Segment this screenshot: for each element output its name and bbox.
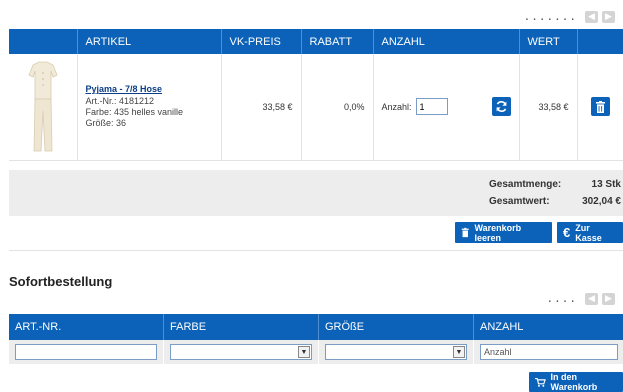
total-quantity-value: 13 Stk <box>591 179 621 190</box>
size-select[interactable]: ▼ <box>325 344 467 360</box>
col-header-color: FARBE <box>163 314 319 340</box>
product-image[interactable] <box>23 59 63 155</box>
empty-cart-label: Warenkorb leeren <box>474 222 522 243</box>
pager-dots: ....... <box>523 10 577 23</box>
checkout-label: Zur Kasse <box>575 222 602 243</box>
chevron-down-icon[interactable]: ▼ <box>298 346 310 358</box>
refresh-icon[interactable] <box>491 97 511 117</box>
quick-order-title: Sofortbestellung <box>9 274 113 289</box>
total-quantity-label: Gesamtmenge: <box>489 179 562 190</box>
add-to-cart-label: In den Warenkorb <box>550 372 598 392</box>
col-header-quantity: ANZAHL <box>373 29 520 54</box>
chevron-down-icon[interactable]: ▼ <box>453 346 465 358</box>
table-row: Pyjama - 7/8 Hose Art.-Nr.: 4181212 Farb… <box>9 54 623 161</box>
total-value-row: Gesamtwert: 302,04 € <box>489 196 621 207</box>
quantity-label: Anzahl: <box>381 101 412 112</box>
chevron-right-icon[interactable]: ▶ <box>602 10 615 23</box>
quantity-input[interactable]: Anzahl <box>480 344 618 360</box>
color-cell: ▼ <box>163 340 319 364</box>
table-row: ▼ ▼ Anzahl <box>9 340 623 364</box>
quick-order-pager: .... ◀ ▶ <box>546 292 615 305</box>
color-select[interactable]: ▼ <box>170 344 312 360</box>
value-cell: 33,58 € <box>519 54 578 161</box>
size-cell: ▼ <box>318 340 474 364</box>
col-header-value: WERT <box>519 29 578 54</box>
cart-pager: ....... ◀ ▶ <box>524 10 615 23</box>
article-cell: Pyjama - 7/8 Hose Art.-Nr.: 4181212 Farb… <box>77 54 222 161</box>
quick-order-table: ART.-NR. FARBE GRÖßE ANZAHL ▼ ▼ Anzahl <box>9 314 623 364</box>
quantity-cell: Anzahl: <box>373 54 520 161</box>
col-header-art-nr: ART.-NR. <box>9 314 164 340</box>
product-image-cell <box>9 54 78 161</box>
art-nr-cell <box>9 340 164 364</box>
add-to-cart-button[interactable]: In den Warenkorb <box>529 372 623 392</box>
product-color: Farbe: 435 helles vanille <box>85 107 184 118</box>
col-header-size: GRÖßE <box>318 314 474 340</box>
euro-icon: € <box>563 225 571 240</box>
cart-summary: Gesamtmenge: 13 Stk Gesamtwert: 302,04 € <box>9 170 623 216</box>
total-quantity-row: Gesamtmenge: 13 Stk <box>489 179 621 190</box>
quantity-input[interactable] <box>415 98 448 116</box>
section-divider <box>9 250 623 251</box>
col-header-delete <box>577 29 623 54</box>
delete-cell <box>577 54 623 161</box>
price-cell: 33,58 € <box>221 54 302 161</box>
trash-icon <box>461 227 469 238</box>
col-header-quantity: ANZAHL <box>473 314 623 340</box>
art-nr-input[interactable] <box>15 344 157 360</box>
article-number: Art.-Nr.: 4181212 <box>85 96 155 107</box>
product-size: Größe: 36 <box>85 118 127 129</box>
chevron-right-icon[interactable]: ▶ <box>602 292 615 305</box>
col-header-price: VK-PREIS <box>221 29 302 54</box>
cart-icon <box>535 377 546 387</box>
product-name-link[interactable]: Pyjama - 7/8 Hose <box>86 84 213 94</box>
cart-table: ARTIKEL VK-PREIS RABATT ANZAHL WERT Pyja… <box>9 29 623 161</box>
cart-header-row: ARTIKEL VK-PREIS RABATT ANZAHL WERT <box>9 29 623 54</box>
quantity-cell: Anzahl <box>473 340 623 364</box>
discount-cell: 0,0% <box>301 54 374 161</box>
pager-dots: .... <box>546 292 577 305</box>
empty-cart-button[interactable]: Warenkorb leeren <box>455 222 552 243</box>
total-value-label: Gesamtwert: <box>489 196 550 207</box>
chevron-left-icon[interactable]: ◀ <box>585 10 598 23</box>
chevron-left-icon[interactable]: ◀ <box>585 292 598 305</box>
total-value-value: 302,04 € <box>582 196 621 207</box>
checkout-button[interactable]: € Zur Kasse <box>557 222 623 243</box>
quick-order-header-row: ART.-NR. FARBE GRÖßE ANZAHL <box>9 314 623 340</box>
trash-icon[interactable] <box>590 97 610 117</box>
col-header-article: ARTIKEL <box>77 29 222 54</box>
col-header-image <box>9 29 78 54</box>
col-header-discount: RABATT <box>301 29 374 54</box>
